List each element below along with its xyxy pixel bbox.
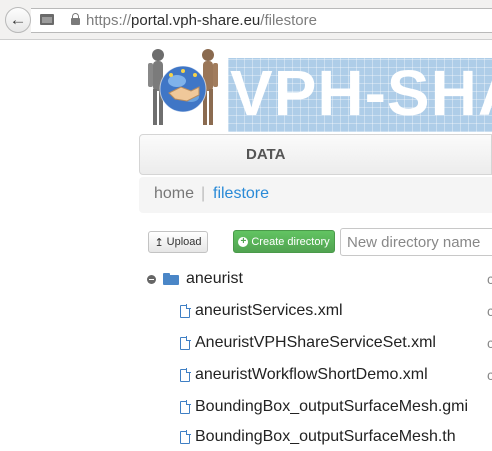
lock-icon [71, 13, 80, 25]
file-name[interactable]: aneuristWorkflowShortDemo.xml [195, 366, 428, 384]
tree-file-row[interactable]: BoundingBox_outputSurfaceMesh.th [180, 423, 480, 451]
breadcrumb-home[interactable]: home [154, 185, 194, 203]
tree-file-row[interactable]: aneuristServices.xml [180, 297, 343, 325]
browser-address-bar: ← https://portal.vph-share.eu/filestore [0, 0, 492, 40]
file-icon [180, 367, 191, 382]
url-field[interactable]: https://portal.vph-share.eu/filestore [31, 8, 492, 33]
banner-title-strip: VPH-SHARE [228, 58, 492, 132]
vph-share-logo[interactable] [141, 45, 225, 129]
file-icon [180, 335, 191, 350]
file-name[interactable]: BoundingBox_outputSurfaceMesh.th [195, 428, 456, 446]
upload-label: Upload [166, 236, 202, 248]
create-directory-button[interactable]: + Create directory [233, 230, 335, 253]
url-text: https://portal.vph-share.eu/filestore [86, 12, 317, 29]
side-marker: c [487, 271, 492, 287]
page-identity-icon[interactable] [40, 14, 54, 25]
plus-circle-icon: + [238, 236, 249, 247]
breadcrumb-separator: | [201, 185, 206, 202]
file-icon [180, 303, 191, 318]
upload-button[interactable]: ↥ Upload [148, 231, 208, 253]
site-banner: VPH-SHARE [141, 40, 492, 132]
new-directory-input[interactable] [340, 228, 492, 256]
side-marker: c [487, 335, 492, 351]
folder-name: aneurist [186, 270, 243, 287]
create-directory-label: Create directory [251, 235, 330, 248]
tree-file-row[interactable]: aneuristWorkflowShortDemo.xml [180, 361, 428, 389]
back-button[interactable]: ← [5, 7, 31, 33]
tab-data[interactable]: DATA [246, 146, 285, 163]
breadcrumb: home | filestore [139, 177, 492, 213]
folder-open-icon [163, 273, 179, 285]
collapse-icon[interactable] [147, 274, 156, 284]
file-icon [180, 429, 191, 444]
file-name[interactable]: AneuristVPHShareServiceSet.xml [195, 334, 436, 352]
side-marker: c [487, 303, 492, 319]
tree-folder-row[interactable]: aneurist [147, 265, 243, 293]
tree-file-row[interactable]: AneuristVPHShareServiceSet.xml [180, 329, 436, 357]
banner-title: VPH-SHARE [230, 58, 492, 129]
arrow-left-icon: ← [9, 10, 27, 29]
breadcrumb-filestore[interactable]: filestore [213, 185, 269, 203]
file-icon [180, 399, 191, 414]
side-marker: c [487, 367, 492, 383]
tree-file-row[interactable]: BoundingBox_outputSurfaceMesh.gmi [180, 393, 468, 421]
file-name[interactable]: BoundingBox_outputSurfaceMesh.gmi [195, 398, 468, 416]
main-nav: DATA [139, 134, 492, 175]
upload-icon: ↥ [154, 236, 164, 249]
file-name[interactable]: aneuristServices.xml [195, 302, 343, 320]
